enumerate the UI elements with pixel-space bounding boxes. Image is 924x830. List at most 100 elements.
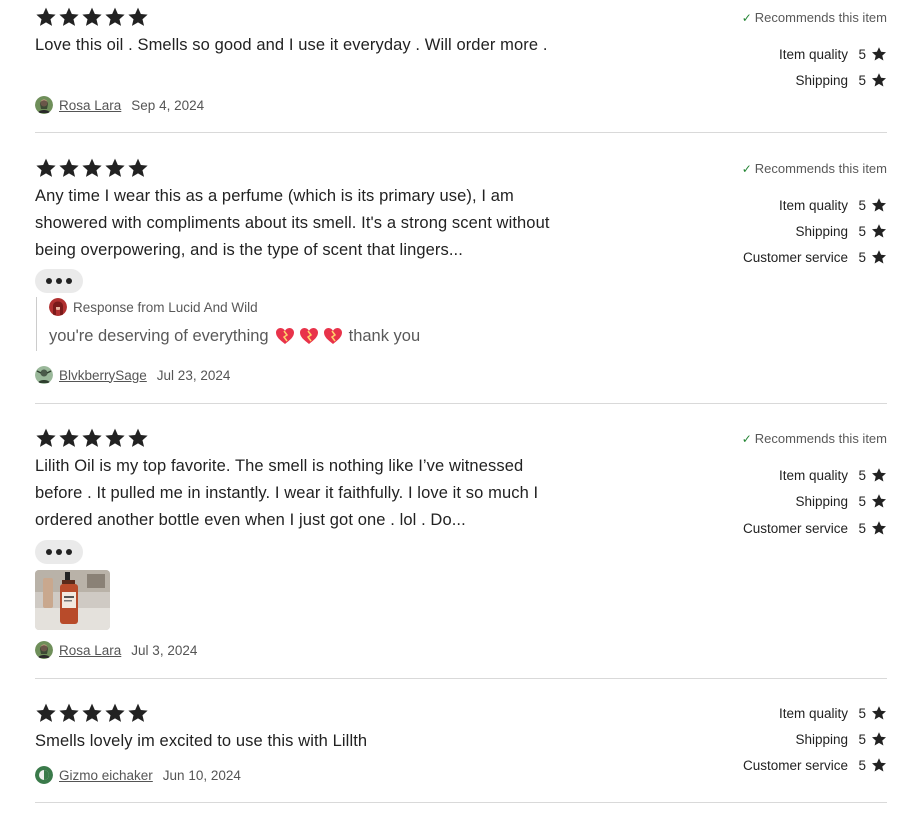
review-text: Lilith Oil is my top favorite. The smell… xyxy=(35,457,539,529)
recommends-badge: ✓ Recommends this item xyxy=(742,161,887,176)
rating-label: Customer service xyxy=(742,757,848,773)
avatar[interactable] xyxy=(35,766,53,784)
star-icon xyxy=(871,72,887,88)
rating-customer-service: Customer service 5 xyxy=(743,755,887,775)
rating-score: 5 xyxy=(858,493,866,509)
star-icon xyxy=(871,467,887,483)
review-byline: Rosa Lara Jul 3, 2024 xyxy=(35,640,197,660)
reviewer-name-link[interactable]: Rosa Lara xyxy=(59,643,121,658)
recommends-text: Recommends this item xyxy=(754,431,887,446)
rating-score: 5 xyxy=(858,757,866,773)
star-rating xyxy=(35,427,149,449)
star-icon xyxy=(81,427,103,449)
rating-score: 5 xyxy=(858,223,866,239)
star-icon xyxy=(35,157,57,179)
rating-label: Item quality xyxy=(778,46,848,62)
reviewer-name-link[interactable]: Rosa Lara xyxy=(59,98,121,113)
check-icon: ✓ xyxy=(741,161,752,176)
star-icon xyxy=(104,702,126,724)
more-dots-icon xyxy=(46,549,52,555)
review-item: Love this oil . Smells so good and I use… xyxy=(35,6,887,133)
star-icon xyxy=(81,157,103,179)
review-item: Any time I wear this as a perfume (which… xyxy=(35,157,887,404)
review-item: Smells lovely im excited to use this wit… xyxy=(35,702,887,803)
star-icon xyxy=(104,427,126,449)
review-date: Jun 10, 2024 xyxy=(162,767,241,783)
check-icon: ✓ xyxy=(741,10,752,25)
rating-item-quality: Item quality 5 xyxy=(779,465,887,485)
seller-response: Response from Lucid And Wild you're dese… xyxy=(36,297,536,351)
star-rating xyxy=(35,157,149,179)
rating-shipping: Shipping 5 xyxy=(795,729,887,749)
shop-avatar[interactable] xyxy=(49,298,67,316)
review-byline: Rosa Lara Sep 4, 2024 xyxy=(35,95,204,115)
rating-label: Item quality xyxy=(778,197,848,213)
response-header: Response from Lucid And Wild xyxy=(49,297,536,317)
star-icon xyxy=(127,157,149,179)
expand-review-button[interactable] xyxy=(35,540,83,564)
expand-review-button[interactable] xyxy=(35,269,83,293)
rating-score: 5 xyxy=(858,705,866,721)
avatar[interactable] xyxy=(35,366,53,384)
rating-score: 5 xyxy=(858,249,866,265)
star-icon xyxy=(871,705,887,721)
rating-label: Shipping xyxy=(795,72,848,88)
rating-score: 5 xyxy=(858,467,866,483)
rating-shipping: Shipping 5 xyxy=(795,221,887,241)
review-item: Lilith Oil is my top favorite. The smell… xyxy=(35,427,887,679)
response-text-start: you're deserving of everything xyxy=(49,327,269,345)
rating-label: Item quality xyxy=(778,705,848,721)
rating-label: Customer service xyxy=(742,249,848,265)
star-icon xyxy=(35,6,57,28)
star-icon xyxy=(58,6,80,28)
star-icon xyxy=(81,6,103,28)
rating-customer-service: Customer service 5 xyxy=(743,247,887,267)
star-icon xyxy=(127,427,149,449)
heart-icon xyxy=(275,327,295,345)
rating-score: 5 xyxy=(858,46,866,62)
star-icon xyxy=(58,702,80,724)
rating-item-quality: Item quality 5 xyxy=(779,703,887,723)
more-dots-icon xyxy=(46,278,52,284)
reviewer-name-link[interactable]: BlvkberrySage xyxy=(59,368,147,383)
rating-label: Customer service xyxy=(742,520,848,536)
star-icon xyxy=(871,46,887,62)
star-icon xyxy=(871,249,887,265)
rating-shipping: Shipping 5 xyxy=(795,491,887,511)
star-icon xyxy=(871,731,887,747)
star-icon xyxy=(871,757,887,773)
avatar[interactable] xyxy=(35,96,53,114)
rating-item-quality: Item quality 5 xyxy=(779,195,887,215)
rating-customer-service: Customer service 5 xyxy=(743,518,887,538)
star-icon xyxy=(58,427,80,449)
rating-label: Shipping xyxy=(795,731,848,747)
star-icon xyxy=(35,427,57,449)
heart-icon xyxy=(299,327,319,345)
recommends-text: Recommends this item xyxy=(754,161,887,176)
star-icon xyxy=(127,702,149,724)
avatar[interactable] xyxy=(35,641,53,659)
rating-label: Item quality xyxy=(778,467,848,483)
review-date: Sep 4, 2024 xyxy=(131,97,205,113)
review-byline: BlvkberrySage Jul 23, 2024 xyxy=(35,365,230,385)
rating-score: 5 xyxy=(858,72,866,88)
star-icon xyxy=(871,197,887,213)
review-date: Jul 23, 2024 xyxy=(156,367,231,383)
star-rating xyxy=(35,702,149,724)
rating-label: Shipping xyxy=(795,223,848,239)
rating-score: 5 xyxy=(858,520,866,536)
response-text: you're deserving of everything thank you xyxy=(49,325,536,347)
star-icon xyxy=(35,702,57,724)
reviewer-name-link[interactable]: Gizmo eichaker xyxy=(59,768,153,783)
review-text: Any time I wear this as a perfume (which… xyxy=(35,187,550,259)
review-photo-thumbnail[interactable] xyxy=(35,570,110,630)
star-rating xyxy=(35,6,149,28)
rating-label: Shipping xyxy=(795,493,848,509)
review-byline: Gizmo eichaker Jun 10, 2024 xyxy=(35,765,241,785)
star-icon xyxy=(871,493,887,509)
heart-icon xyxy=(323,327,343,345)
check-icon: ✓ xyxy=(741,431,752,446)
star-icon xyxy=(871,223,887,239)
response-heading: Response from Lucid And Wild xyxy=(73,299,258,315)
review-text: Smells lovely im excited to use this wit… xyxy=(35,732,368,750)
